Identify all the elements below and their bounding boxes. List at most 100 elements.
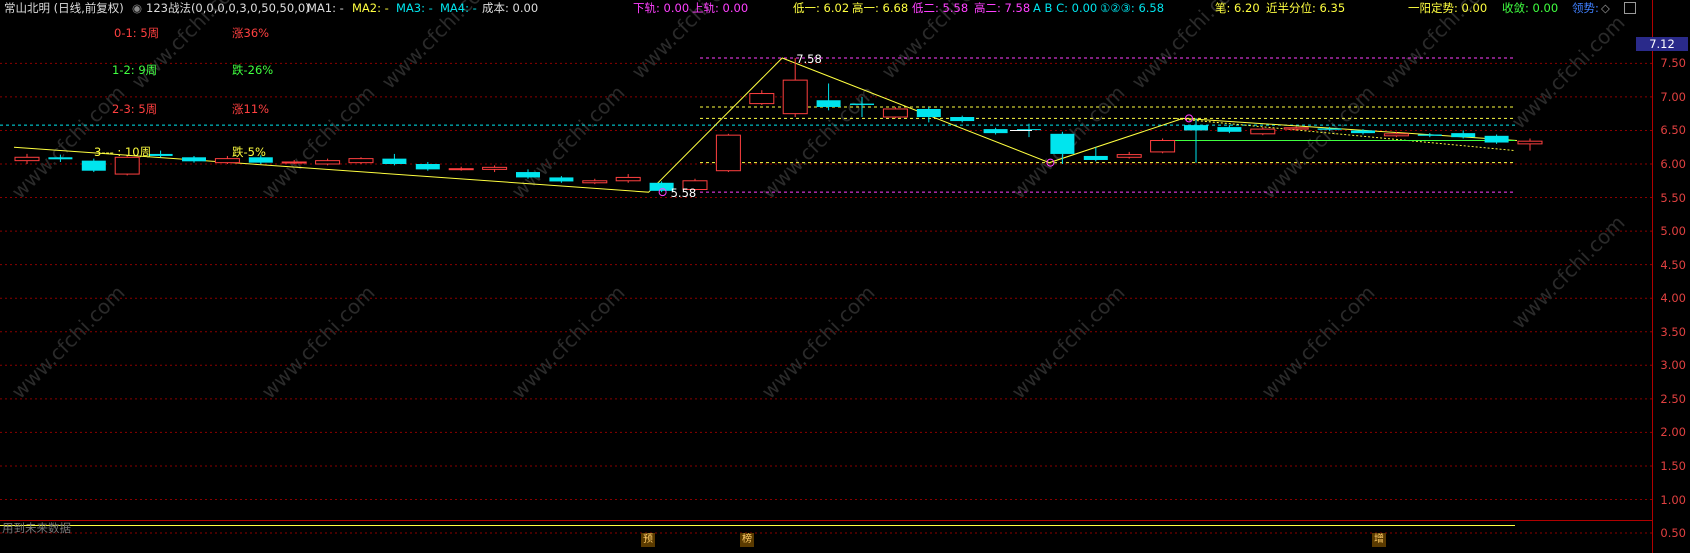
price-tick-label: 2.00 <box>1660 425 1686 440</box>
ma4-value: MA4: - <box>440 1 477 15</box>
candle-body <box>281 161 307 164</box>
future-data-label: 用到未来数据 <box>2 521 71 535</box>
near-half-value: 近半分位: 6.35 <box>1266 1 1346 15</box>
candle-body <box>1283 127 1309 130</box>
low-price-label: 5.58 <box>671 186 697 200</box>
candle-body <box>1351 130 1375 134</box>
price-tick-label: 6.00 <box>1660 157 1686 171</box>
marker-bang[interactable]: 榜 <box>740 533 754 547</box>
candle-body <box>114 156 140 175</box>
candle-body <box>882 108 908 118</box>
price-tick-label: 2.50 <box>1660 391 1686 406</box>
candle-body <box>916 108 941 118</box>
watermark-text: www.cfchi.com <box>1507 211 1630 334</box>
price-tick-label: 6.50 <box>1660 123 1686 138</box>
candle-body <box>782 79 808 115</box>
candle-body <box>315 160 341 165</box>
price-axis: 7.50 7.00 6.50 6.00 5.50 5.00 4.50 4.00 3.50 3.00… <box>1653 0 1690 553</box>
ma3-value: MA3: - <box>396 1 433 15</box>
candlestick-chart[interactable]: www.cfchi.com www.cfchi.com www.cfchi.com w… <box>0 0 1690 553</box>
price-tick-label: 4.00 <box>1660 291 1686 306</box>
candle-body <box>950 117 975 122</box>
candle-body <box>382 158 407 164</box>
indicator-header: 常山北明 (日线,前复权) ◉ 123战法(0,0,0,0,3,0,50,50,… <box>0 0 1690 16</box>
watermark-text: www.cfchi.com <box>1007 281 1130 404</box>
high2-value: 高二: 7.58 <box>974 1 1031 15</box>
candle-body <box>348 158 374 164</box>
candle-body <box>1517 140 1543 145</box>
indicator-name[interactable]: 123战法(0,0,0,0,3,0,50,50,0) <box>146 1 310 15</box>
candle-body <box>850 103 874 105</box>
candle-body <box>1150 140 1176 153</box>
candle-body <box>1317 128 1342 130</box>
candle-body <box>1050 133 1075 154</box>
candle-body <box>1451 133 1476 138</box>
candle-body <box>1484 135 1509 143</box>
watermark-text: www.cfchi.com <box>1507 11 1630 134</box>
circled123-value: ①②③: 6.58 <box>1100 1 1165 15</box>
collapse-icon[interactable]: ◇ <box>1601 1 1610 15</box>
candle-body <box>482 166 508 170</box>
candle-body <box>81 160 106 171</box>
legend-row3-value: 涨11% <box>232 102 270 116</box>
marker-zeng[interactable]: 增 <box>1372 533 1386 547</box>
candle-body <box>582 180 608 184</box>
low2-value: 低二: 5.58 <box>912 1 969 15</box>
stock-title[interactable]: 常山北明 (日线,前复权) <box>4 1 124 15</box>
price-tick-label: 7.00 <box>1660 89 1686 104</box>
window-toggle-icon[interactable] <box>1624 2 1636 14</box>
price-tick-label: 3.50 <box>1660 324 1686 339</box>
high-price-label: 7.58 <box>796 52 822 66</box>
legend-row1-value: 涨36% <box>232 26 270 40</box>
candle-body <box>48 157 73 160</box>
candle-body <box>1417 134 1442 136</box>
watermark-text: www.cfchi.com <box>1257 81 1380 204</box>
candle-body <box>549 177 574 182</box>
ma1-value: MA1: - <box>307 1 344 15</box>
candle-body <box>983 129 1008 134</box>
watermark-text: www.cfchi.com <box>507 81 630 204</box>
price-tick-label: 7.50 <box>1660 56 1686 71</box>
bi-value: 笔: 6.20 <box>1215 1 1260 15</box>
low1-value: 低一: 6.02 <box>793 1 850 15</box>
watermark-text: www.cfchi.com <box>257 81 380 204</box>
candle-body <box>1383 133 1409 137</box>
candle-body <box>448 168 474 171</box>
candle-body <box>14 156 40 162</box>
watermark-text: www.cfchi.com <box>757 281 880 404</box>
candle-body <box>715 134 741 172</box>
upper-rail-value: 上轨: 0.00 <box>692 1 749 15</box>
shoulian-value: 收敛: 0.00 <box>1502 1 1559 15</box>
watermark-text: www.cfchi.com <box>257 281 380 404</box>
candle-body <box>1083 155 1108 160</box>
legend-row3-label: 2-3: 5周 <box>112 102 158 116</box>
legend-row4-value: 跌-5% <box>232 145 266 159</box>
abc-value: A B C: 0.00 <box>1033 1 1098 15</box>
candle-body <box>415 164 440 170</box>
price-tick-label: 3.00 <box>1660 358 1686 373</box>
price-tick-label: 5.00 <box>1660 224 1686 239</box>
candle-body <box>214 158 240 164</box>
legend-row2-label: 1-2: 9周 <box>112 63 158 77</box>
candle-body <box>1184 125 1208 131</box>
marker-yu[interactable]: 预 <box>641 533 655 547</box>
price-tick-label: 1.50 <box>1660 458 1686 473</box>
watermark-text: www.cfchi.com <box>7 281 130 404</box>
high1-value: 高一: 6.68 <box>852 1 909 15</box>
legend-row1-label: 0-1: 5周 <box>114 26 160 40</box>
settings-icon[interactable]: ◉ <box>132 1 142 15</box>
candle-body <box>516 172 540 178</box>
candle-body <box>816 100 841 107</box>
current-price-tag: 7.12 <box>1636 37 1688 51</box>
legend-row2-value: 跌-26% <box>232 63 274 77</box>
candle-body <box>1116 154 1142 158</box>
candle-body <box>182 157 206 162</box>
candle-body <box>1250 128 1276 135</box>
candle-body <box>749 93 775 105</box>
watermark-text: www.cfchi.com <box>507 281 630 404</box>
ma2-value: MA2: - <box>352 1 389 15</box>
price-tick-label: 5.50 <box>1660 190 1686 205</box>
watermark-text: www.cfchi.com <box>757 81 880 204</box>
watermark-text: www.cfchi.com <box>7 81 130 204</box>
lingshi-label: 领势: <box>1572 1 1599 15</box>
